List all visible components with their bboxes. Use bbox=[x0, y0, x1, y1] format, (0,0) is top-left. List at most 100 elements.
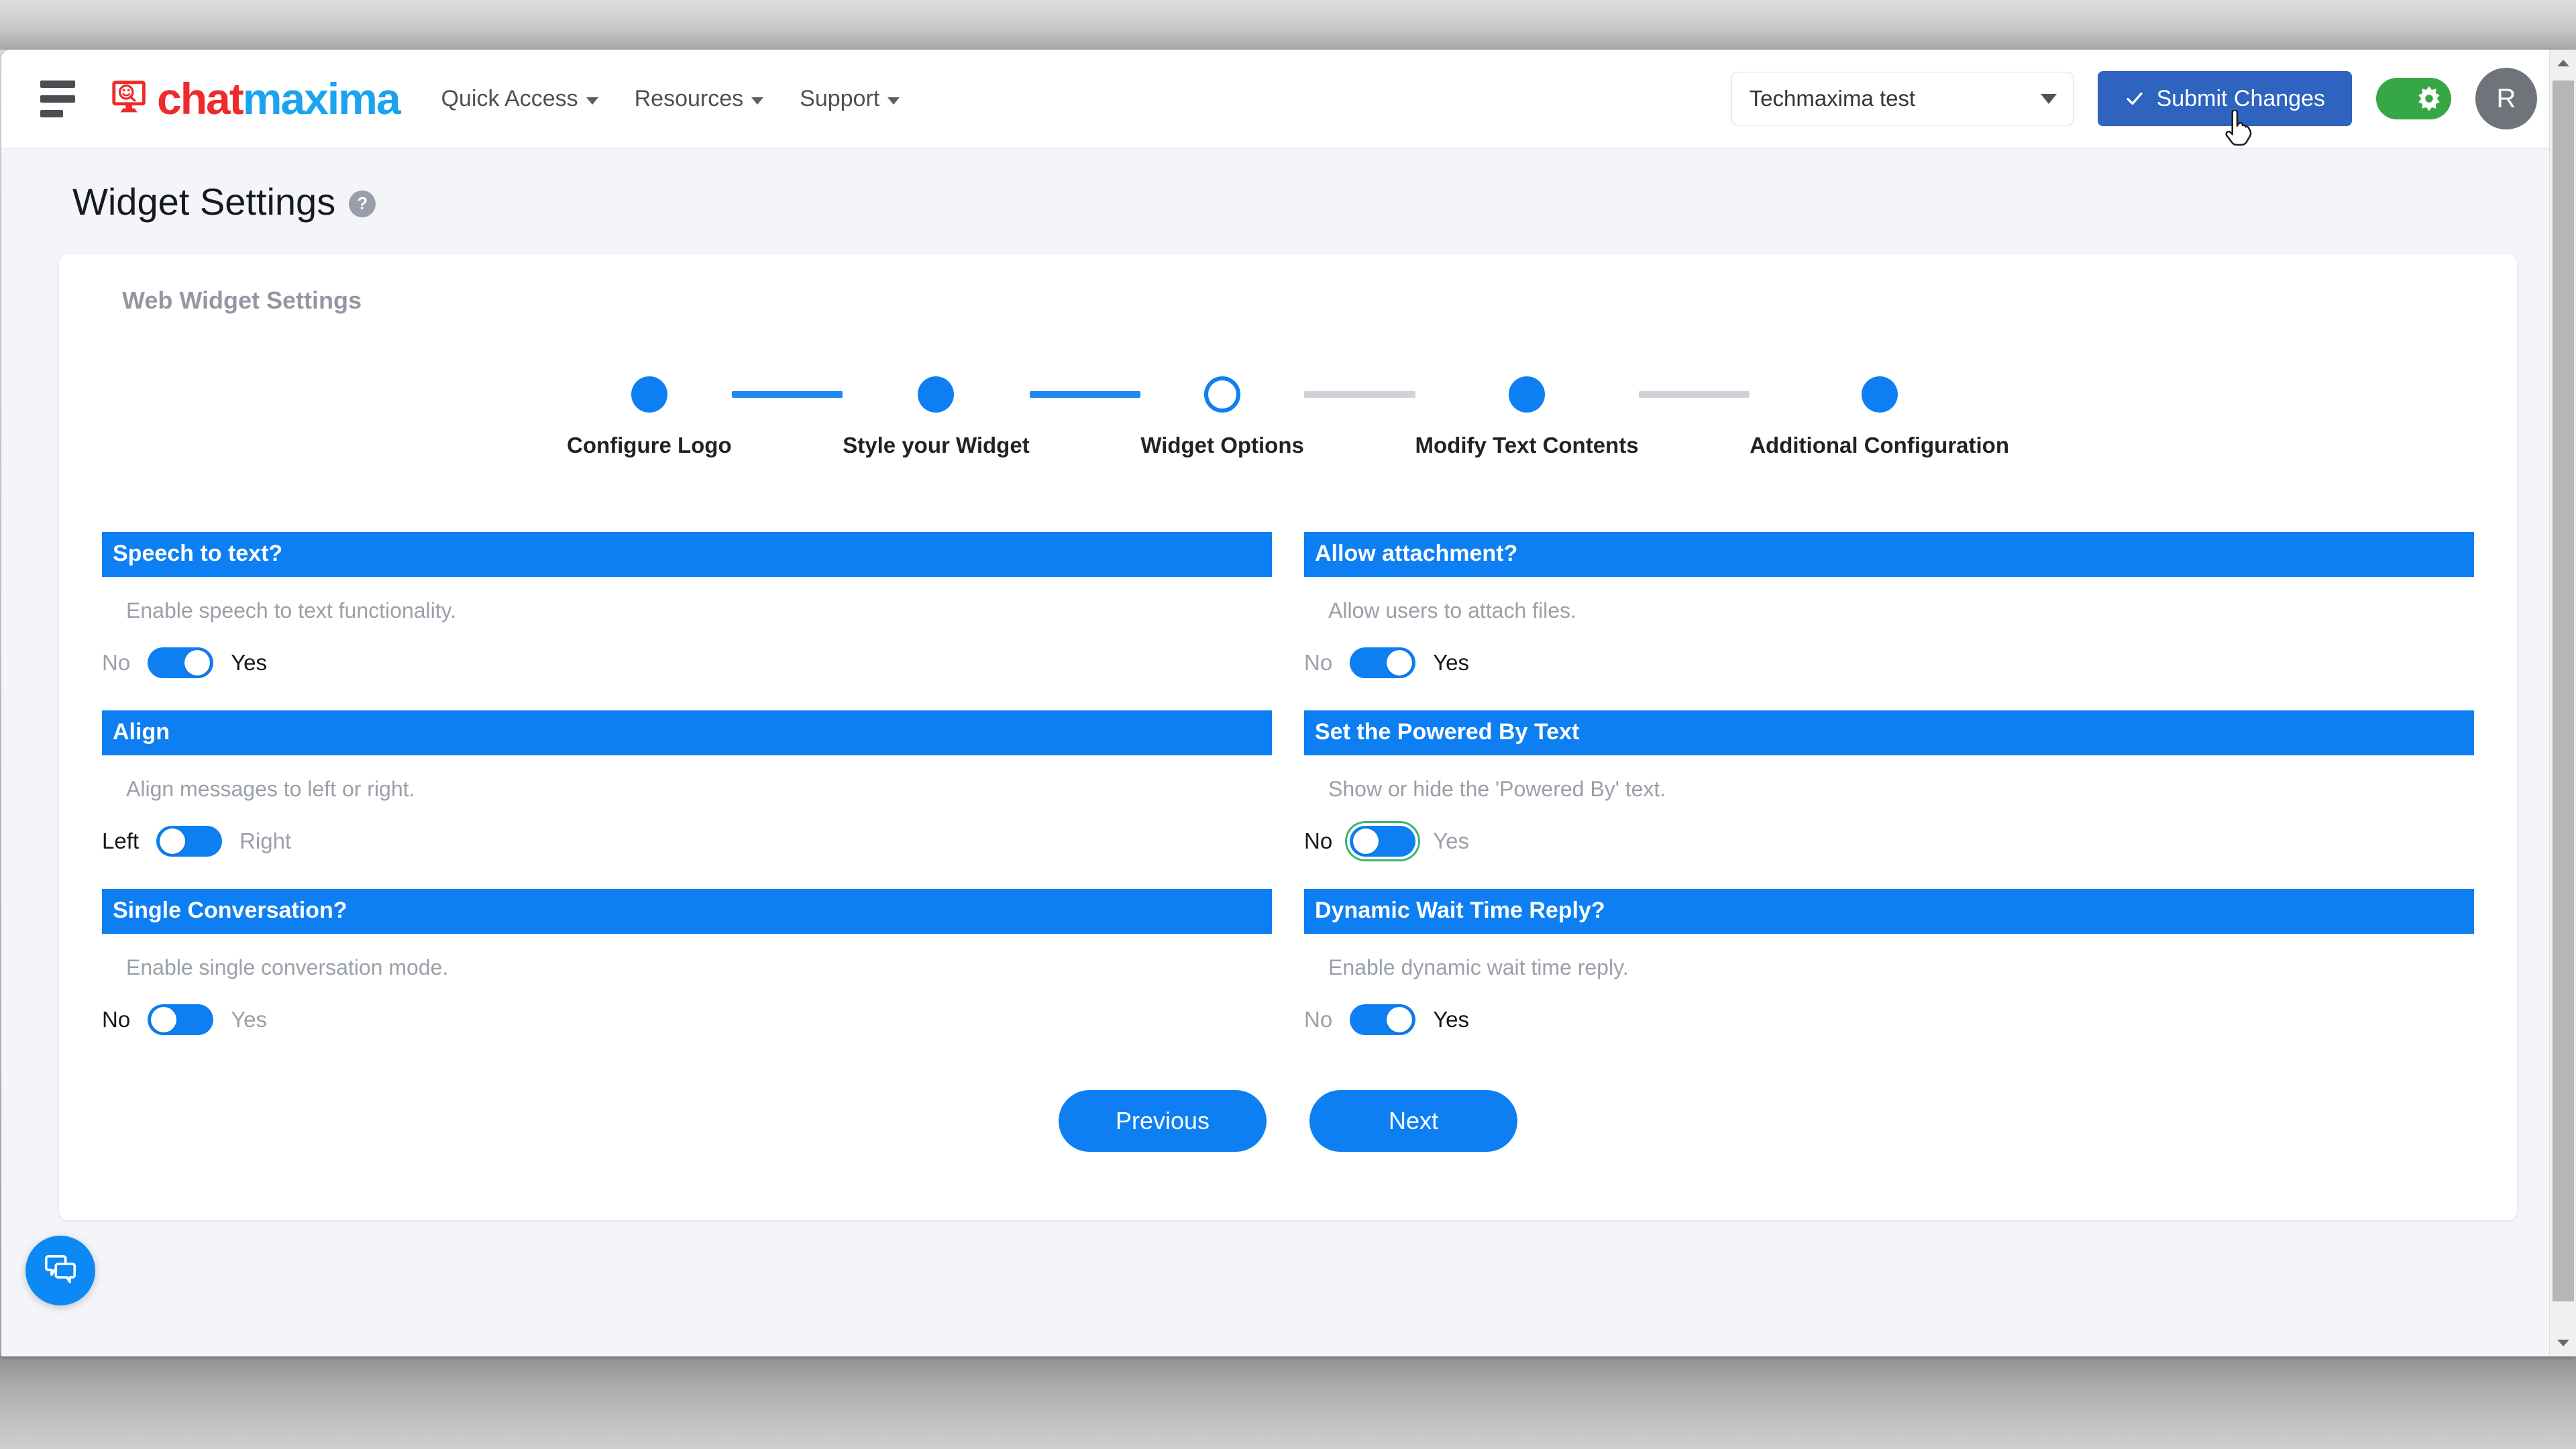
help-icon[interactable]: ? bbox=[349, 190, 376, 217]
page-scrollbar[interactable] bbox=[2549, 50, 2576, 1356]
switch-knob bbox=[1353, 828, 1379, 854]
stepper-step-style-your-widget[interactable]: Style your Widget bbox=[843, 376, 1030, 458]
stepper-dot[interactable] bbox=[631, 376, 667, 413]
browser-viewport: chatmaxima Quick Access Resources Suppor… bbox=[1, 50, 2575, 1356]
scrollbar-thumb[interactable] bbox=[2553, 80, 2574, 1301]
menu-toggle-icon[interactable] bbox=[30, 80, 75, 117]
setting-align: Align Align messages to left or right. L… bbox=[102, 710, 1272, 889]
setting-switch[interactable] bbox=[156, 826, 223, 857]
stepper-dot[interactable] bbox=[918, 376, 955, 413]
nav-label: Support bbox=[800, 85, 880, 111]
screen: chatmaxima Quick Access Resources Suppor… bbox=[0, 0, 2576, 1449]
user-avatar[interactable]: R bbox=[2475, 68, 2537, 129]
page-body: Widget Settings ? Web Widget Settings Co… bbox=[1, 148, 2575, 1220]
previous-button[interactable]: Previous bbox=[1059, 1090, 1267, 1152]
chatmaxima-monitor-icon bbox=[112, 80, 146, 113]
stepper-step-additional-configuration[interactable]: Additional Configuration bbox=[1750, 376, 2009, 458]
hamburger-line bbox=[40, 80, 75, 88]
setting-description: Enable single conversation mode. bbox=[126, 955, 449, 979]
scrollbar-down-button[interactable] bbox=[2550, 1330, 2576, 1356]
app-header: chatmaxima Quick Access Resources Suppor… bbox=[1, 50, 2575, 148]
setting-toggle-row: No Yes bbox=[102, 647, 1272, 678]
brand-word-maxima: maxima bbox=[242, 74, 401, 123]
chevron-down-icon bbox=[586, 97, 598, 105]
stepper-dot-active[interactable] bbox=[1204, 376, 1241, 413]
toggle-off-label: No bbox=[102, 650, 131, 675]
nav-item-quick-access[interactable]: Quick Access bbox=[441, 86, 598, 112]
setting-title: Speech to text? bbox=[102, 532, 1272, 577]
chat-launcher-button[interactable] bbox=[25, 1236, 95, 1305]
stepper-step-configure-logo[interactable]: Configure Logo bbox=[567, 376, 732, 458]
avatar-initial: R bbox=[2496, 83, 2516, 113]
setting-toggle-row: No Yes bbox=[102, 1004, 1272, 1035]
theme-toggle[interactable] bbox=[2376, 78, 2451, 119]
primary-nav: Quick Access Resources Support bbox=[441, 86, 900, 112]
scrollbar-up-button[interactable] bbox=[2550, 50, 2576, 76]
stepper-dot[interactable] bbox=[1509, 376, 1546, 413]
stepper-connector bbox=[1029, 391, 1141, 398]
gear-icon bbox=[2418, 86, 2440, 111]
toggle-on-label: Yes bbox=[1433, 828, 1470, 853]
setting-switch[interactable] bbox=[1350, 1004, 1416, 1035]
check-icon bbox=[2127, 92, 2143, 105]
toggle-on-label: Yes bbox=[1433, 650, 1470, 675]
stepper-label: Configure Logo bbox=[567, 433, 732, 458]
setting-switch[interactable] bbox=[1350, 647, 1416, 678]
brand-word-chat: chat bbox=[157, 74, 244, 123]
caret-down-icon bbox=[2557, 1340, 2569, 1346]
setting-toggle-row: No Yes bbox=[1304, 826, 2474, 857]
nav-label: Resources bbox=[634, 85, 744, 111]
setting-title: Align bbox=[102, 710, 1272, 755]
browser-chrome-bottom bbox=[0, 1355, 2576, 1449]
hamburger-line bbox=[40, 109, 63, 117]
setting-speech-to-text: Speech to text? Enable speech to text fu… bbox=[102, 532, 1272, 710]
stepper-label: Widget Options bbox=[1140, 433, 1304, 458]
header-actions: Techmaxima test Submit Changes R bbox=[1731, 68, 2537, 146]
brand-logo[interactable]: chatmaxima bbox=[109, 74, 401, 123]
stepper-connector bbox=[731, 391, 843, 398]
switch-knob bbox=[1387, 1007, 1413, 1032]
chevron-down-icon bbox=[751, 97, 764, 105]
toggle-on-label: Yes bbox=[231, 650, 268, 675]
setting-description: Allow users to attach files. bbox=[1328, 598, 1576, 623]
workspace-select[interactable]: Techmaxima test bbox=[1731, 72, 2074, 125]
setting-switch[interactable] bbox=[1350, 826, 1416, 857]
setting-single-conversation: Single Conversation? Enable single conve… bbox=[102, 889, 1272, 1067]
next-button[interactable]: Next bbox=[1309, 1090, 1517, 1152]
mouse-cursor-pointer bbox=[2225, 110, 2251, 146]
nav-item-support[interactable]: Support bbox=[800, 86, 900, 112]
page-title-row: Widget Settings ? bbox=[59, 180, 2517, 223]
setting-toggle-row: Left Right bbox=[102, 826, 1272, 857]
setting-powered-by-text: Set the Powered By Text Show or hide the… bbox=[1304, 710, 2474, 889]
workspace-select-value: Techmaxima test bbox=[1749, 86, 1916, 111]
switch-knob bbox=[184, 650, 211, 676]
stepper-step-widget-options[interactable]: Widget Options bbox=[1140, 376, 1304, 458]
setting-switch[interactable] bbox=[148, 647, 214, 678]
toggle-off-label: No bbox=[102, 1007, 131, 1032]
setting-switch[interactable] bbox=[148, 1004, 214, 1035]
setting-title: Dynamic Wait Time Reply? bbox=[1304, 889, 2474, 934]
brand-wordmark: chatmaxima bbox=[157, 74, 401, 123]
web-widget-settings-card: Web Widget Settings Configure Logo Style… bbox=[59, 254, 2517, 1220]
toggle-off-label: No bbox=[1304, 1007, 1333, 1032]
stepper-dot[interactable] bbox=[1861, 376, 1898, 413]
toggle-off-label: No bbox=[1304, 650, 1333, 675]
setting-toggle-row: No Yes bbox=[1304, 1004, 2474, 1035]
toggle-off-label: No bbox=[1304, 828, 1333, 853]
settings-grid: Speech to text? Enable speech to text fu… bbox=[102, 532, 2474, 1067]
setting-allow-attachment: Allow attachment? Allow users to attach … bbox=[1304, 532, 2474, 710]
browser-chrome-top bbox=[0, 0, 2576, 50]
wizard-nav-buttons: Previous Next bbox=[102, 1090, 2474, 1152]
switch-knob bbox=[160, 828, 186, 854]
setting-title: Allow attachment? bbox=[1304, 532, 2474, 577]
stepper-label: Additional Configuration bbox=[1750, 433, 2009, 458]
submit-changes-button[interactable]: Submit Changes bbox=[2097, 71, 2352, 146]
setting-toggle-row: No Yes bbox=[1304, 647, 2474, 678]
stepper-step-modify-text-contents[interactable]: Modify Text Contents bbox=[1415, 376, 1639, 458]
stepper-connector bbox=[1303, 391, 1415, 398]
switch-knob bbox=[1387, 650, 1413, 676]
toggle-off-label: Left bbox=[102, 828, 140, 853]
nav-item-resources[interactable]: Resources bbox=[635, 86, 764, 112]
setting-title: Single Conversation? bbox=[102, 889, 1272, 934]
toggle-on-label: Yes bbox=[1433, 1007, 1470, 1032]
